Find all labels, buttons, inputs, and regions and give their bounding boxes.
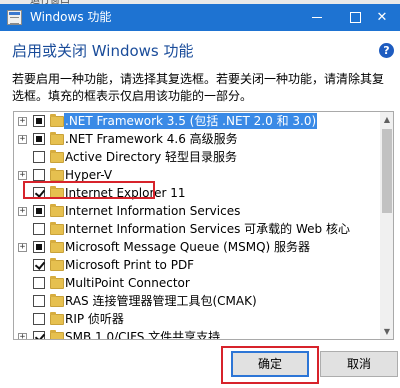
scroll-up-arrow-icon[interactable]: ▲	[380, 112, 393, 127]
feature-checkbox[interactable]	[33, 205, 45, 217]
folder-icon	[50, 294, 64, 307]
folder-icon	[50, 276, 64, 289]
highlight-box-internet-explorer	[23, 181, 155, 199]
feature-label[interactable]: Internet Information Services	[64, 203, 241, 219]
folder-icon	[50, 258, 64, 271]
feature-label[interactable]: .NET Framework 4.6 高级服务	[64, 131, 239, 147]
folder-icon	[50, 222, 64, 235]
window-title: Windows 功能	[30, 10, 112, 24]
vertical-scrollbar[interactable]: ▲ ▼	[380, 112, 393, 339]
feature-row[interactable]: RIP 侦听器	[14, 310, 380, 328]
feature-checkbox[interactable]	[33, 223, 45, 235]
expand-plus-icon[interactable]: +	[18, 171, 27, 180]
feature-row[interactable]: Internet Information Services 可承载的 Web 核…	[14, 220, 380, 238]
window-app-icon	[7, 10, 22, 25]
expand-plus-icon[interactable]: +	[18, 207, 27, 216]
feature-checkbox[interactable]	[33, 169, 45, 181]
highlight-box-ok-button	[221, 346, 319, 384]
feature-checkbox[interactable]	[33, 115, 45, 127]
dialog-description: 若要启用一种功能，请选择其复选框。若要关闭一种功能，请清除其复选框。填充的框表示…	[12, 72, 385, 103]
folder-icon	[50, 132, 64, 145]
features-tree[interactable]: + .NET Framework 3.5 (包括 .NET 2.0 和 3.0) +…	[13, 111, 394, 340]
feature-label[interactable]: Microsoft Print to PDF	[64, 257, 195, 273]
feature-checkbox[interactable]	[33, 133, 45, 145]
feature-row[interactable]: Microsoft Print to PDF	[14, 256, 380, 274]
feature-checkbox[interactable]	[33, 259, 45, 271]
folder-icon	[50, 150, 64, 163]
feature-checkbox[interactable]	[33, 331, 45, 339]
features-list: + .NET Framework 3.5 (包括 .NET 2.0 和 3.0) +…	[14, 112, 380, 339]
expand-plus-icon[interactable]: +	[18, 117, 27, 126]
folder-icon	[50, 168, 64, 181]
feature-label[interactable]: MultiPoint Connector	[64, 275, 191, 291]
dialog-heading: 启用或关闭 Windows 功能	[12, 42, 194, 60]
feature-label[interactable]: SMB 1.0/CIFS 文件共享支持	[64, 329, 221, 339]
expand-plus-icon[interactable]: +	[18, 135, 27, 144]
expand-plus-icon[interactable]: +	[18, 243, 27, 252]
minimize-button[interactable]	[297, 4, 337, 31]
folder-icon	[50, 240, 64, 253]
feature-row[interactable]: + SMB 1.0/CIFS 文件共享支持	[14, 328, 380, 339]
feature-label[interactable]: Active Directory 轻型目录服务	[64, 149, 238, 165]
feature-label[interactable]: RAS 连接管理器管理工具包(CMAK)	[64, 293, 258, 309]
feature-checkbox[interactable]	[33, 277, 45, 289]
feature-label[interactable]: RIP 侦听器	[64, 311, 125, 327]
folder-icon	[50, 204, 64, 217]
scroll-down-arrow-icon[interactable]: ▼	[380, 324, 393, 339]
close-button[interactable]: ✕	[364, 4, 400, 31]
folder-icon	[50, 330, 64, 339]
cancel-button[interactable]: 取消	[320, 351, 398, 377]
feature-label[interactable]: .NET Framework 3.5 (包括 .NET 2.0 和 3.0)	[64, 113, 318, 129]
scrollbar-thumb[interactable]	[382, 129, 392, 213]
feature-label[interactable]: Internet Information Services 可承载的 Web 核…	[64, 221, 351, 237]
feature-row[interactable]: + .NET Framework 3.5 (包括 .NET 2.0 和 3.0)	[14, 112, 380, 130]
feature-row[interactable]: RAS 连接管理器管理工具包(CMAK)	[14, 292, 380, 310]
feature-checkbox[interactable]	[33, 241, 45, 253]
folder-icon	[50, 312, 64, 325]
folder-icon	[50, 114, 64, 127]
expand-plus-icon[interactable]: +	[18, 333, 27, 339]
feature-row[interactable]: + Microsoft Message Queue (MSMQ) 服务器	[14, 238, 380, 256]
feature-row[interactable]: MultiPoint Connector	[14, 274, 380, 292]
feature-checkbox[interactable]	[33, 151, 45, 163]
title-bar[interactable]: Windows 功能 ✕	[0, 4, 400, 31]
help-icon[interactable]: ?	[379, 43, 394, 58]
feature-row[interactable]: Active Directory 轻型目录服务	[14, 148, 380, 166]
feature-checkbox[interactable]	[33, 295, 45, 307]
feature-row[interactable]: + .NET Framework 4.6 高级服务	[14, 130, 380, 148]
feature-label[interactable]: Microsoft Message Queue (MSMQ) 服务器	[64, 239, 311, 255]
feature-checkbox[interactable]	[33, 313, 45, 325]
feature-row[interactable]: + Internet Information Services	[14, 202, 380, 220]
